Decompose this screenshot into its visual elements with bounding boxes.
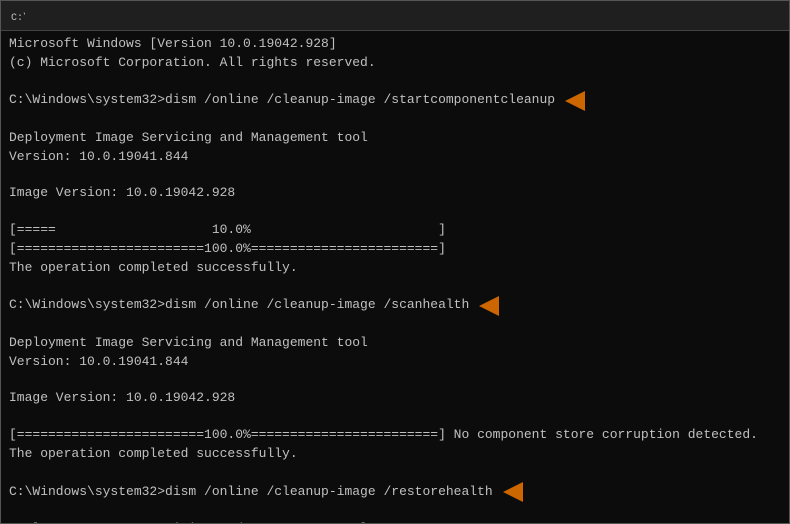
terminal-text-line: The operation completed successfully. <box>9 259 781 278</box>
terminal-text-line: Deployment Image Servicing and Managemen… <box>9 129 781 148</box>
terminal-text-line: Microsoft Windows [Version 10.0.19042.92… <box>9 35 781 54</box>
terminal-empty-line <box>9 203 781 221</box>
arrow-icon <box>565 91 585 111</box>
terminal-empty-line <box>9 464 781 482</box>
window-controls <box>639 1 781 31</box>
terminal-empty-line <box>9 73 781 91</box>
cmd-text: C:\Windows\system32>dism /online /cleanu… <box>9 296 469 315</box>
terminal-text-line: Deployment Image Servicing and Managemen… <box>9 334 781 353</box>
terminal-empty-line <box>9 278 781 296</box>
terminal-text-line: Deployment Image Servicing and Managemen… <box>9 520 781 523</box>
cmd-window: C:\ Microsoft Windows [Version 10.0.1904… <box>0 0 790 524</box>
terminal-text-line: Version: 10.0.19041.844 <box>9 148 781 167</box>
terminal-text-line: [========================100.0%=========… <box>9 240 781 259</box>
terminal-cmd-line: C:\Windows\system32>dism /online /cleanu… <box>9 482 781 502</box>
minimize-button[interactable] <box>639 1 685 31</box>
maximize-button[interactable] <box>687 1 733 31</box>
cmd-text: C:\Windows\system32>dism /online /cleanu… <box>9 91 555 110</box>
terminal-empty-line <box>9 166 781 184</box>
terminal-text-line: Image Version: 10.0.19042.928 <box>9 184 781 203</box>
cmd-icon: C:\ <box>9 8 25 24</box>
terminal-empty-line <box>9 502 781 520</box>
svg-text:C:\: C:\ <box>11 12 25 24</box>
terminal-text-line: Image Version: 10.0.19042.928 <box>9 389 781 408</box>
title-bar: C:\ <box>1 1 789 31</box>
terminal-text-line: Version: 10.0.19041.844 <box>9 353 781 372</box>
terminal-text-line: [========================100.0%=========… <box>9 426 781 445</box>
terminal-body[interactable]: Microsoft Windows [Version 10.0.19042.92… <box>1 31 789 523</box>
arrow-icon <box>503 482 523 502</box>
terminal-output: Microsoft Windows [Version 10.0.19042.92… <box>9 35 781 523</box>
terminal-empty-line <box>9 111 781 129</box>
close-button[interactable] <box>735 1 781 31</box>
terminal-text-line: (c) Microsoft Corporation. All rights re… <box>9 54 781 73</box>
terminal-text-line: [===== 10.0% ] <box>9 221 781 240</box>
terminal-text-line: The operation completed successfully. <box>9 445 781 464</box>
terminal-empty-line <box>9 371 781 389</box>
terminal-empty-line <box>9 408 781 426</box>
terminal-empty-line <box>9 316 781 334</box>
terminal-cmd-line: C:\Windows\system32>dism /online /cleanu… <box>9 296 781 316</box>
terminal-cmd-line: C:\Windows\system32>dism /online /cleanu… <box>9 91 781 111</box>
arrow-icon <box>479 296 499 316</box>
cmd-text: C:\Windows\system32>dism /online /cleanu… <box>9 483 493 502</box>
